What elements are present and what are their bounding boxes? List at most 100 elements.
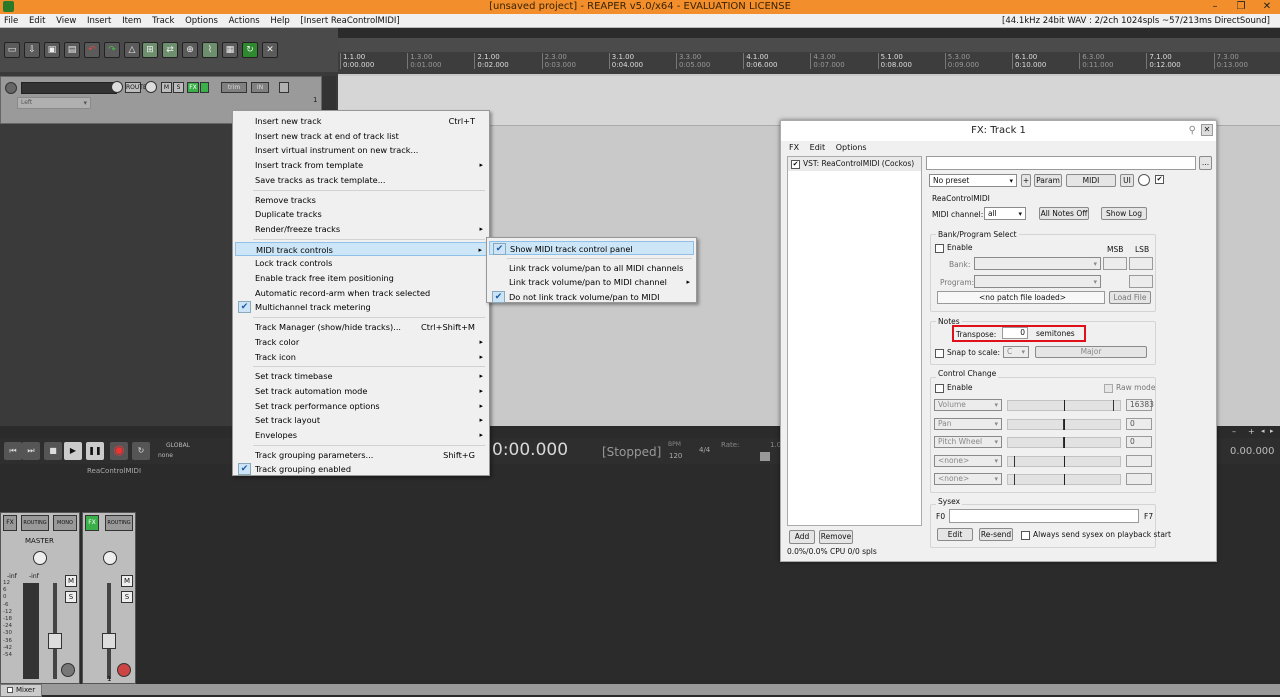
menu-help[interactable]: Help: [266, 14, 293, 28]
phase-button[interactable]: [279, 82, 289, 93]
master-solo-button[interactable]: S: [65, 591, 77, 603]
program-lsb-field[interactable]: [1129, 275, 1153, 288]
timeline-ruler[interactable]: 1.1.00 0:00.000 1.3.00 0:01.000 2.1.00 0:02.0…: [338, 38, 1280, 74]
route-button[interactable]: ROUTE: [125, 82, 147, 93]
wet-knob[interactable]: [1138, 174, 1150, 186]
cc-slider[interactable]: [1007, 455, 1121, 467]
strip-mute-button[interactable]: M: [121, 575, 133, 587]
master-routing-button[interactable]: ROUTING: [21, 515, 49, 531]
snap-key-select[interactable]: C: [1003, 346, 1029, 358]
ui-button[interactable]: UI: [1120, 174, 1134, 187]
load-file-button[interactable]: Load File: [1109, 291, 1151, 304]
snap-to-scale-checkbox[interactable]: [935, 348, 944, 358]
sysex-field[interactable]: [949, 509, 1139, 523]
menu-item[interactable]: Render/freeze tracks ▸: [235, 222, 487, 236]
menu-item[interactable]: Set track timebase ▸: [235, 369, 487, 383]
input-fx-button[interactable]: IN: [251, 82, 269, 93]
menu-item[interactable]: Track color ▸: [235, 335, 487, 349]
menu-file[interactable]: File: [0, 14, 22, 28]
cc-value-field[interactable]: 0: [1126, 436, 1152, 448]
open-project-icon[interactable]: ⇩: [24, 42, 40, 58]
record-input-select[interactable]: Left: [17, 97, 91, 109]
restore-icon[interactable]: ❐: [1228, 0, 1254, 14]
mute-button[interactable]: M: [161, 82, 172, 93]
master-fader[interactable]: [48, 633, 62, 649]
undo-icon[interactable]: ↶: [84, 42, 100, 58]
mixer-tab[interactable]: Mixer: [0, 684, 43, 697]
record-arm-button[interactable]: [5, 82, 17, 94]
minimize-icon[interactable]: –: [1202, 0, 1228, 14]
global-automation-value[interactable]: none: [158, 452, 173, 459]
metronome-icon[interactable]: △: [124, 42, 140, 58]
cc-slider[interactable]: [1007, 400, 1121, 411]
record-icon[interactable]: ◉: [110, 442, 128, 460]
volume-knob[interactable]: [111, 81, 123, 93]
menu-view[interactable]: View: [52, 14, 80, 28]
cc-value-field[interactable]: [1126, 454, 1152, 467]
menu-item[interactable]: Set track performance options ▸: [235, 399, 487, 413]
project-settings-icon[interactable]: ▤: [64, 42, 80, 58]
menu-item[interactable]: Set track automation mode ▸: [235, 384, 487, 398]
menu-item[interactable]: Track grouping parameters... Shift+G: [235, 448, 487, 462]
bank-enable[interactable]: Enable: [935, 243, 973, 253]
grouping-icon[interactable]: ⊕: [182, 42, 198, 58]
cc-value-field[interactable]: 0: [1126, 417, 1152, 430]
menu-item[interactable]: Insert track from template ▸: [235, 158, 487, 172]
close-icon[interactable]: ✕: [1254, 0, 1280, 14]
master-mono-button[interactable]: MONO: [53, 515, 77, 531]
menu-item[interactable]: Automatic record-arm when track selected: [235, 286, 487, 300]
remove-fx-button[interactable]: Remove: [819, 530, 853, 544]
menu-item[interactable]: Enable track free item positioning: [235, 271, 487, 285]
menu-item[interactable]: Insert virtual instrument on new track..…: [235, 143, 487, 157]
strip-solo-button[interactable]: S: [121, 591, 133, 603]
add-fx-button[interactable]: Add: [789, 530, 815, 544]
time-signature[interactable]: 4/4: [699, 446, 710, 454]
program-select[interactable]: [974, 275, 1101, 288]
menu-item[interactable]: ✔ Do not link track volume/pan to MIDI: [489, 290, 694, 304]
cc-select[interactable]: <none>: [934, 473, 1002, 485]
master-mute-button[interactable]: M: [65, 575, 77, 587]
menu-item[interactable]: Insert new track at end of track list: [235, 129, 487, 143]
cc-slider[interactable]: [1007, 437, 1121, 448]
fx-menu-fx[interactable]: FX: [789, 143, 799, 152]
menu-track[interactable]: Track: [148, 14, 178, 28]
strip-fader[interactable]: [102, 633, 116, 649]
bank-select[interactable]: [974, 257, 1101, 270]
fx-menu-edit[interactable]: Edit: [810, 143, 826, 152]
cc-select[interactable]: Volume: [934, 399, 1002, 411]
cc-slider-knob[interactable]: [1014, 474, 1015, 485]
grid-icon[interactable]: ▦: [222, 42, 238, 58]
snap-scale-button[interactable]: Major: [1035, 346, 1147, 358]
mixer-tab-checkbox[interactable]: [7, 687, 13, 693]
cc-select[interactable]: Pitch Wheel: [934, 436, 1002, 448]
transpose-field[interactable]: 0: [1002, 327, 1028, 339]
fx-bypass-icon[interactable]: [200, 82, 209, 93]
menu-item[interactable]: MIDI track controls ▸: [235, 241, 487, 256]
menu-insert[interactable]: Insert: [83, 14, 115, 28]
menu-item[interactable]: Link track volume/pan to all MIDI channe…: [489, 261, 694, 275]
preset-select[interactable]: No preset: [929, 174, 1017, 187]
track-name-field[interactable]: [21, 82, 117, 94]
add-preset-button[interactable]: +: [1021, 174, 1031, 187]
strip-fx-button[interactable]: FX: [85, 515, 99, 531]
cc-enable-checkbox[interactable]: [935, 383, 944, 393]
menu-item[interactable]: Track icon ▸: [235, 350, 487, 364]
cc-enable[interactable]: Enable: [935, 383, 973, 393]
menu-item[interactable]: ✔ Track grouping enabled: [235, 462, 487, 476]
pan-knob[interactable]: [145, 81, 157, 93]
fx-button[interactable]: FX: [187, 82, 199, 93]
close-icon[interactable]: ✕: [1201, 124, 1213, 136]
master-pan-knob[interactable]: [33, 551, 47, 565]
msb-field[interactable]: [1103, 257, 1127, 270]
bank-enable-checkbox[interactable]: [935, 243, 944, 253]
midi-channel-select[interactable]: all: [984, 207, 1026, 220]
menu-item[interactable]: Save tracks as track template...: [235, 173, 487, 187]
play-icon[interactable]: ▶: [64, 442, 82, 460]
envelope-button[interactable]: trim: [221, 82, 247, 93]
always-send-sysex[interactable]: Always send sysex on playback start: [1021, 530, 1171, 540]
go-to-start-icon[interactable]: ⏮: [4, 442, 22, 460]
snap-to-scale[interactable]: Snap to scale:: [935, 348, 1000, 358]
pause-icon[interactable]: ❚❚: [86, 442, 104, 460]
menu-item[interactable]: ✔ Multichannel track metering: [235, 300, 487, 314]
scroll-right-icon[interactable]: ▸: [1270, 427, 1274, 435]
